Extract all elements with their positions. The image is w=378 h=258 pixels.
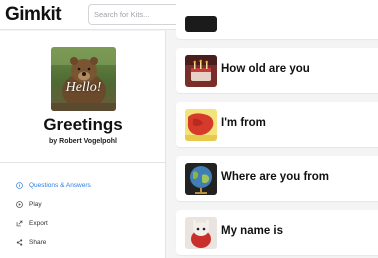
question-text: My name is	[221, 225, 283, 237]
menu-item-label: Share	[29, 238, 47, 246]
bear-photo-icon	[51, 47, 116, 111]
question-card[interactable]: Where are you from	[176, 156, 378, 201]
kit-cover-image: Hello!	[51, 47, 116, 111]
map-icon	[185, 109, 217, 141]
character-icon	[185, 217, 217, 249]
menu-item-label: Export	[29, 219, 48, 227]
play-circle-icon	[16, 200, 23, 208]
question-image	[185, 217, 217, 249]
question-text: I'm from	[221, 117, 266, 129]
menu-item-label: Play	[29, 200, 42, 208]
question-card[interactable]: I'm from	[176, 102, 378, 147]
info-circle-icon	[16, 181, 23, 189]
export-icon	[16, 220, 23, 226]
question-card[interactable]: How old are you	[176, 48, 378, 93]
menu-item-label: Questions & Answers	[29, 181, 91, 189]
sidebar-divider	[0, 162, 166, 163]
question-image	[185, 16, 217, 32]
sidebar: Hello! Greetings by Robert Vogelpohl Que…	[0, 31, 166, 258]
kit-author: by Robert Vogelpohl	[49, 138, 117, 145]
question-card[interactable]: My name is	[176, 210, 378, 255]
question-image	[185, 55, 217, 87]
globe-icon	[185, 163, 217, 195]
kit-title: Greetings	[43, 115, 123, 134]
cover-caption: Hello!	[65, 80, 102, 95]
menu-item-questions-answers[interactable]: Questions & Answers	[16, 178, 91, 192]
share-icon	[16, 238, 23, 246]
question-text: Where are you from	[221, 171, 329, 183]
menu-item-export[interactable]: Export	[16, 216, 48, 230]
question-image	[185, 109, 217, 141]
question-card[interactable]	[176, 0, 378, 39]
question-image	[185, 163, 217, 195]
menu-item-share[interactable]: Share	[16, 235, 46, 249]
gimkit-logo[interactable]: Gimkit	[5, 4, 62, 26]
menu-item-play[interactable]: Play	[16, 197, 42, 211]
birthday-cake-icon	[185, 55, 217, 87]
question-text: How old are you	[221, 63, 310, 75]
